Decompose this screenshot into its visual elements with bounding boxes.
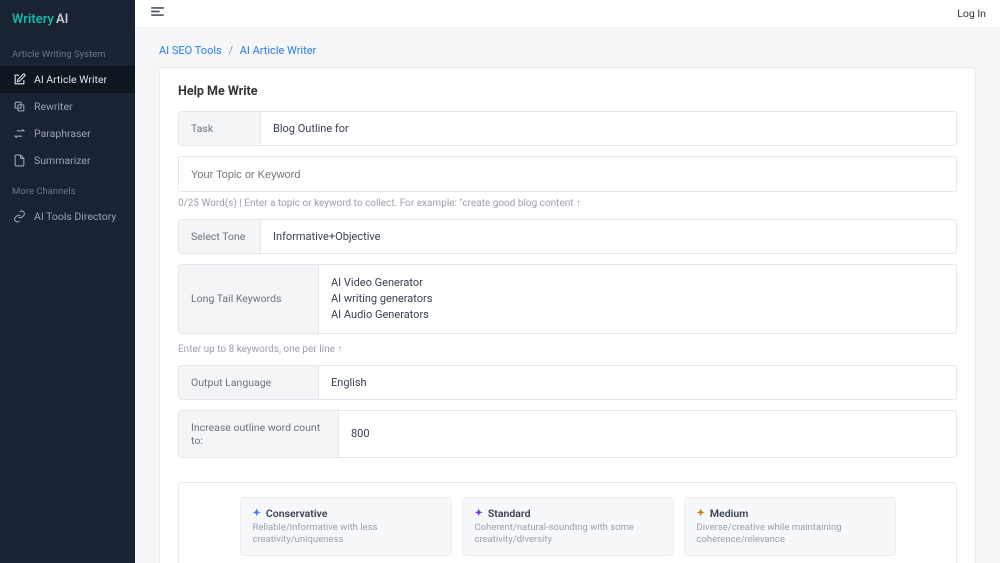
copy-icon [12,100,26,113]
sidebar-item-label: Rewriter [34,100,73,113]
link-icon [12,210,26,223]
ltk-line: AI Audio Generators [331,307,432,323]
breadcrumb-current: AI Article Writer [240,44,317,57]
tone-selected: Informative+Objective [273,230,380,243]
option-title: Standard [488,507,531,520]
topic-input-wrap [178,156,957,192]
sidebar-item-ai-article-writer[interactable]: AI Article Writer [0,66,135,93]
sidebar-item-label: AI Article Writer [34,73,107,86]
sidebar-item-ai-tools-directory[interactable]: AI Tools Directory [0,203,135,230]
logo-brand: Writery [12,12,54,27]
sidebar-item-label: Paraphraser [34,127,91,140]
edit-icon [12,73,26,86]
lang-row: Output Language English [178,365,957,400]
sidebar-section-more: More Channels [0,174,135,203]
lang-selected: English [331,376,367,389]
content: AI SEO Tools / AI Article Writer Help Me… [135,28,1000,563]
breadcrumb-root[interactable]: AI SEO Tools [159,44,222,57]
swap-icon [12,127,26,140]
task-label: Task [179,112,261,145]
option-medium[interactable]: ✦ Medium Diverse/creative while maintaini… [684,497,896,557]
ltk-line: AI writing generators [331,291,432,307]
doc-icon [12,154,26,167]
sidebar: WriteryAI Article Writing System AI Arti… [0,0,135,563]
main: Log In AI SEO Tools / AI Article Writer … [135,0,1000,563]
sparkle-icon: ✦ [475,508,483,519]
wc-row: Increase outline word count to: [178,410,957,458]
task-value[interactable]: Blog Outline for [261,112,956,145]
ltk-value[interactable]: AI Video Generator AI writing generators… [319,265,956,333]
creativity-options: ✦ Conservative Reliable/informative with … [178,482,957,563]
option-desc: Diverse/creative while maintaining coher… [697,522,883,547]
sparkle-icon: ✦ [697,508,705,519]
sidebar-item-label: AI Tools Directory [34,210,116,223]
login-link[interactable]: Log In [957,7,986,20]
sparkle-icon: ✦ [253,508,261,519]
tone-value[interactable]: Informative+Objective [261,220,956,253]
topbar: Log In [135,0,1000,28]
logo-suffix: AI [56,12,68,27]
wc-label: Increase outline word count to: [179,411,339,457]
sidebar-section-writing: Article Writing System [0,37,135,66]
sidebar-item-rewriter[interactable]: Rewriter [0,93,135,120]
logo[interactable]: WriteryAI [0,0,135,37]
tone-label: Select Tone [179,220,261,253]
form-card: Help Me Write Task Blog Outline for 0/25… [159,67,976,563]
option-desc: Reliable/informative with less creativit… [253,522,439,547]
ltk-label: Long Tail Keywords [179,265,319,333]
option-title: Conservative [266,507,328,520]
hamburger-icon[interactable] [149,3,166,23]
ltk-line: AI Video Generator [331,275,432,291]
page-title: Help Me Write [178,84,957,99]
option-desc: Coherent/natural-sounding with some crea… [475,522,661,547]
topic-input[interactable] [191,169,944,181]
lang-label: Output Language [179,366,319,399]
breadcrumb: AI SEO Tools / AI Article Writer [159,40,976,67]
task-row: Task Blog Outline for [178,111,957,146]
task-selected: Blog Outline for [273,122,349,135]
wc-input[interactable] [351,427,944,440]
option-title: Medium [710,507,748,520]
lang-value[interactable]: English [319,366,956,399]
sidebar-item-label: Summarizer [34,154,91,167]
option-conservative[interactable]: ✦ Conservative Reliable/informative with … [240,497,452,557]
ltk-row: Long Tail Keywords AI Video Generator AI… [178,264,957,334]
option-standard[interactable]: ✦ Standard Coherent/natural-sounding with… [462,497,674,557]
sidebar-item-summarizer[interactable]: Summarizer [0,147,135,174]
wc-value[interactable] [339,411,956,457]
ltk-helper: Enter up to 8 keywords, one per line ↑ [178,344,957,355]
topic-helper: 0/25 Word(s) | Enter a topic or keyword … [178,198,957,209]
tone-row: Select Tone Informative+Objective [178,219,957,254]
breadcrumb-sep: / [228,44,233,57]
sidebar-item-paraphraser[interactable]: Paraphraser [0,120,135,147]
